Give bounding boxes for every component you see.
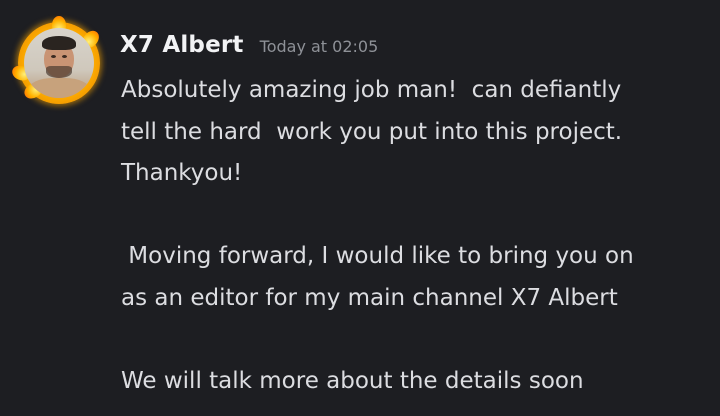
message-header: X7 Albert Today at 02:05	[120, 32, 378, 64]
message-line: Absolutely amazing job man! can defiantl…	[121, 77, 622, 103]
message-line: Thankyou!	[121, 160, 243, 187]
message-line	[121, 320, 711, 362]
message-line	[121, 195, 711, 237]
author-username[interactable]: X7 Albert	[120, 32, 244, 58]
message-line: tell the hard work you put into this pro…	[121, 118, 623, 145]
avatar[interactable]	[10, 16, 103, 104]
message-line: as an editor for my main channel X7 Albe…	[121, 284, 618, 311]
message-body: Absolutely amazing job man! can defiantl…	[121, 70, 711, 403]
message-line: We will talk more about the details soon	[121, 368, 584, 395]
avatar-photo	[24, 28, 94, 98]
message-timestamp[interactable]: Today at 02:05	[260, 37, 379, 56]
message-line: Moving forward, I would like to bring yo…	[121, 243, 634, 270]
chat-message-view: X7 Albert Today at 02:05 Absolutely amaz…	[0, 0, 720, 416]
